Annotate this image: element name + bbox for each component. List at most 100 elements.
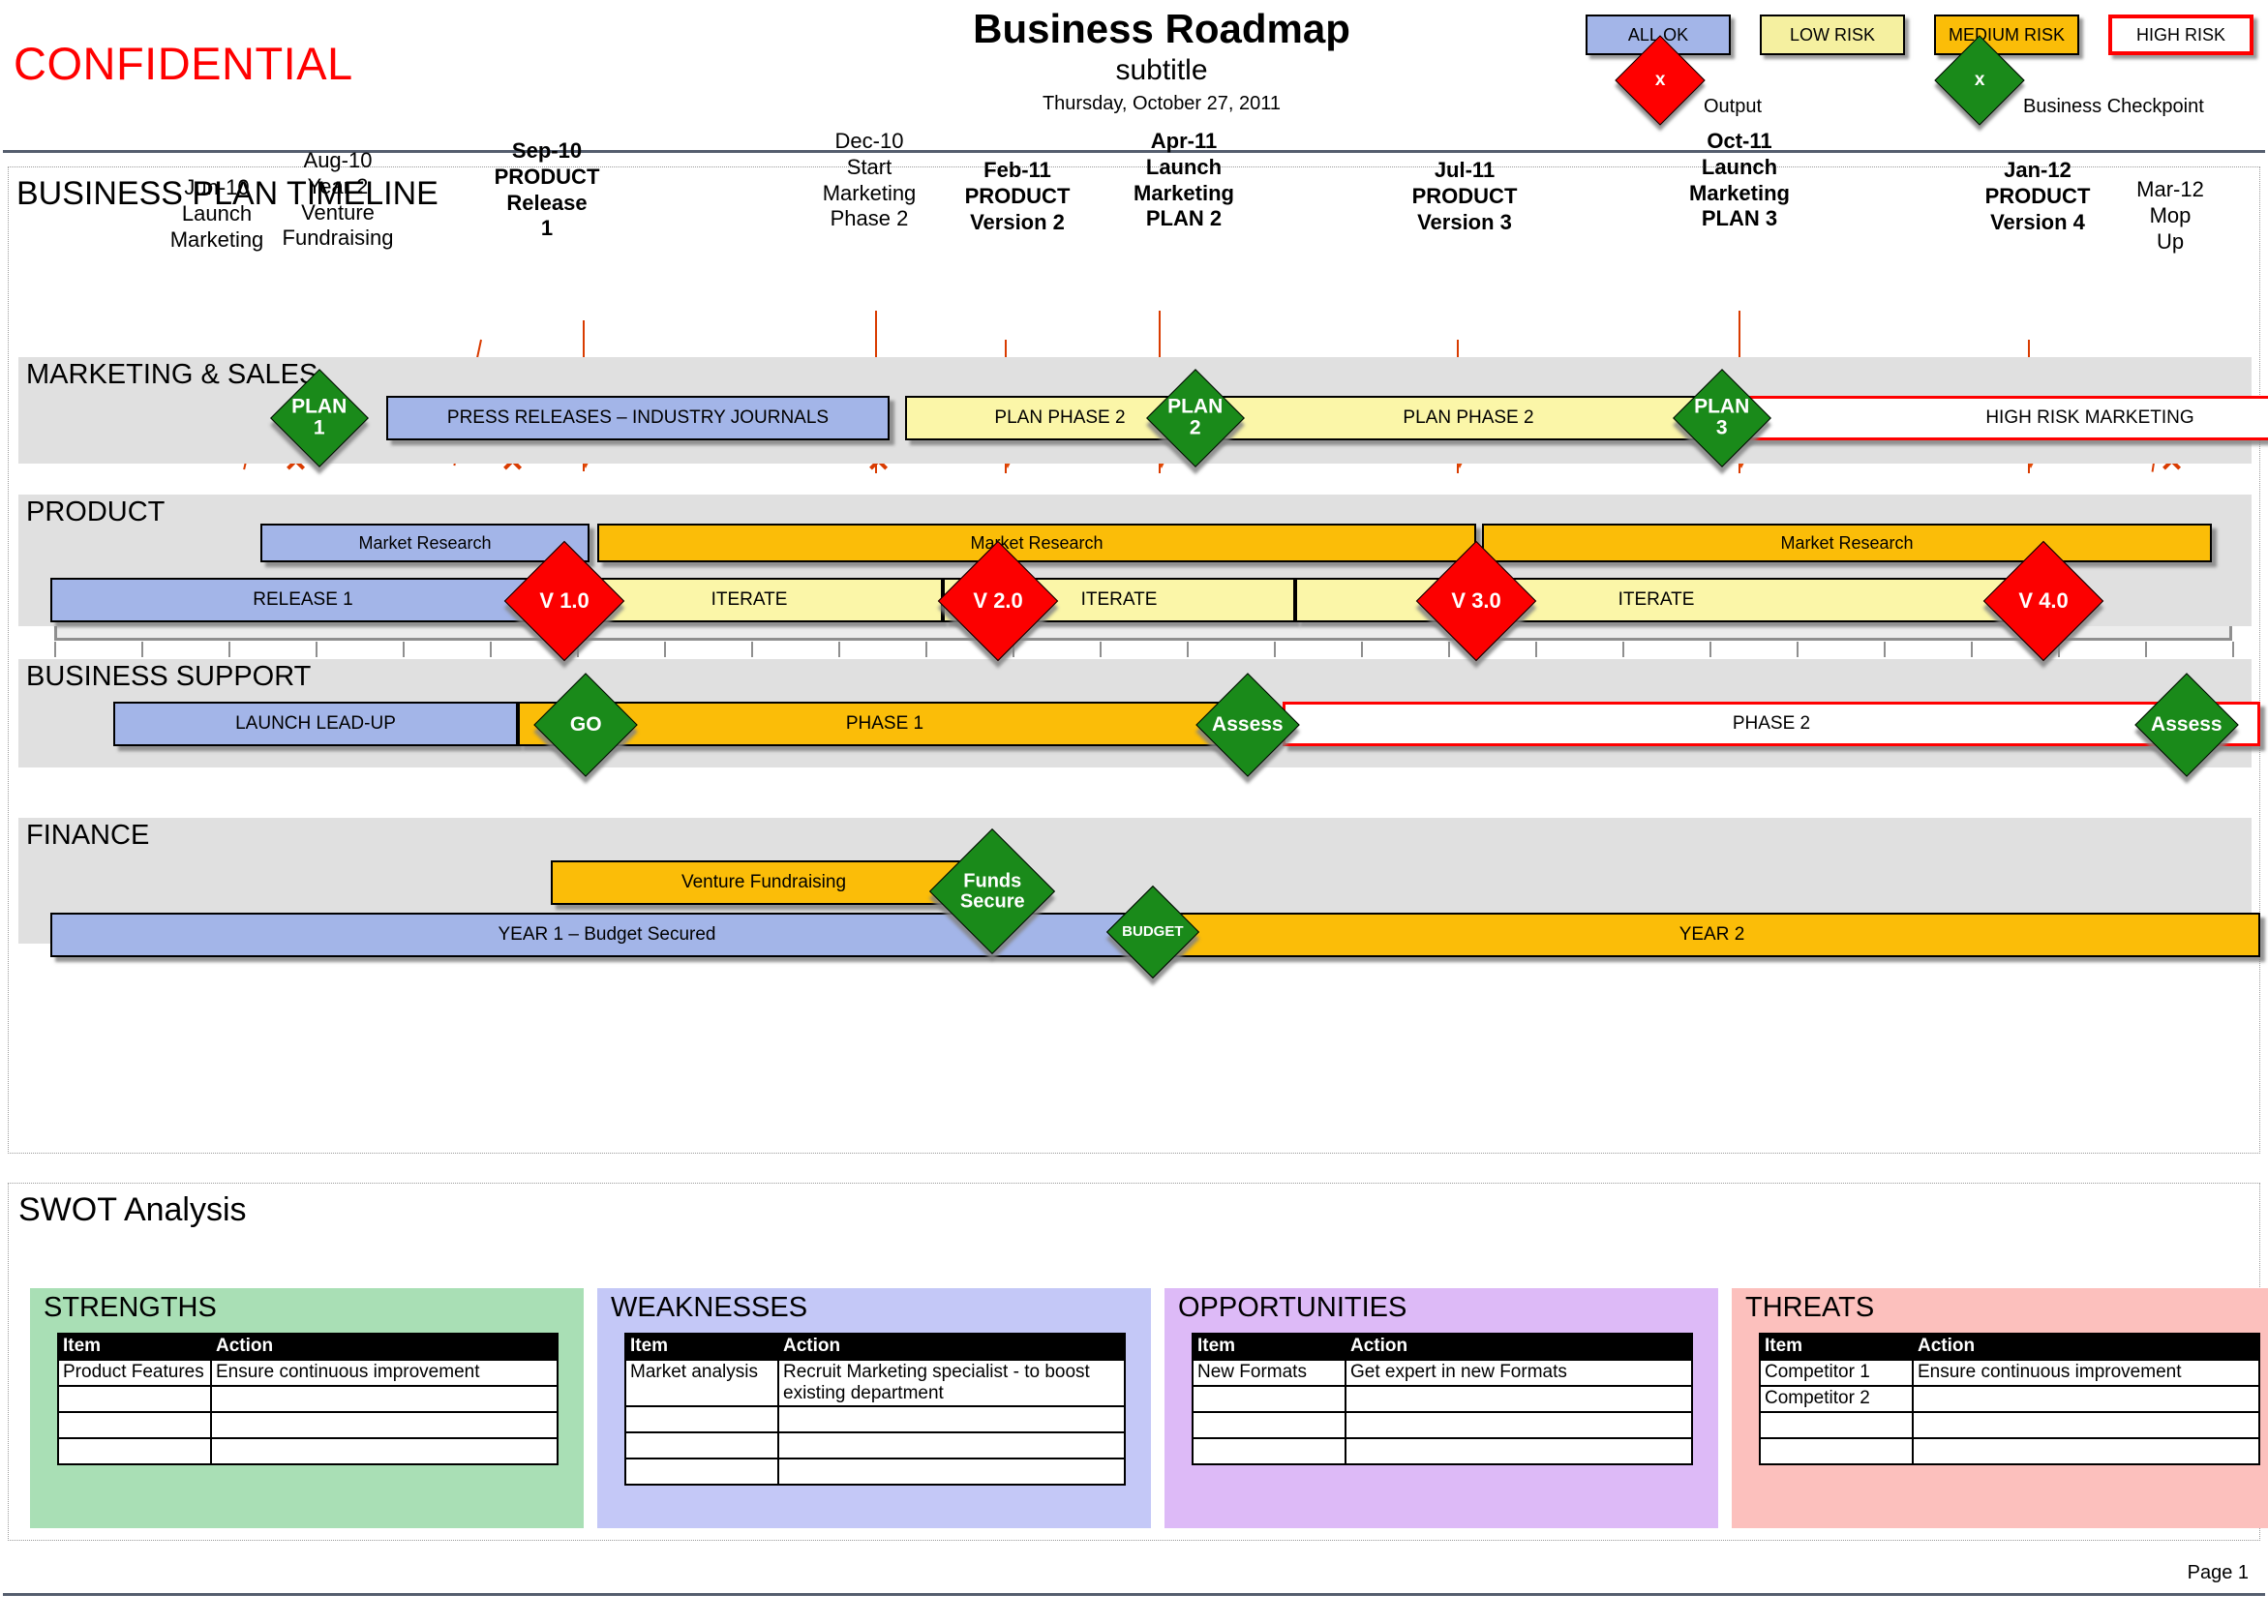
swot-card-weaknesses: WEAKNESSES Item Action Market analysis Recr… (597, 1288, 1151, 1528)
cell-item[interactable] (624, 1430, 779, 1459)
cell-action[interactable] (210, 1385, 559, 1413)
cell-item[interactable] (57, 1437, 212, 1465)
confidential-watermark: CONFIDENTIAL (14, 38, 353, 89)
task-high-risk-marketing[interactable]: HIGH RISK MARKETING (1722, 396, 2268, 440)
milestone-label-jul11: Jul-11 PRODUCT Version 3 (1411, 158, 1518, 234)
page-date: Thursday, October 27, 2011 (1042, 92, 1282, 114)
legend-checkpoint-label: Business Checkpoint (2023, 96, 2204, 117)
cell-action[interactable] (210, 1437, 559, 1465)
column-header-item: Item (57, 1333, 212, 1361)
task-plan-phase-2-b[interactable]: PLAN PHASE 2 (1207, 396, 1730, 440)
timeline-tick (403, 642, 405, 657)
cell-action[interactable] (210, 1411, 559, 1439)
cell-item[interactable] (624, 1457, 779, 1486)
table-row[interactable]: Product Features Ensure continuous improv… (57, 1359, 559, 1387)
table-row[interactable] (1759, 1437, 2260, 1465)
cell-item[interactable] (1759, 1437, 1914, 1465)
footer-divider (3, 1593, 2265, 1596)
milestone-label-mar12: Mar-12 Mop Up (2136, 177, 2204, 254)
table-row[interactable] (624, 1430, 1126, 1459)
checkpoint-plan-2[interactable]: PLAN 2 (1146, 369, 1245, 467)
cell-action[interactable] (1912, 1385, 2260, 1413)
table-row[interactable] (624, 1457, 1126, 1486)
task-market-research-3[interactable]: Market Research (1482, 524, 2212, 562)
cell-item[interactable] (57, 1385, 212, 1413)
cell-action[interactable] (777, 1430, 1126, 1459)
cell-action[interactable] (1345, 1437, 1693, 1465)
table-row[interactable] (57, 1385, 559, 1413)
table-row[interactable] (1192, 1411, 1693, 1439)
timeline-tick (54, 642, 56, 657)
task-venture-fundraising[interactable]: Venture Fundraising (551, 860, 977, 905)
cell-action[interactable]: Get expert in new Formats (1345, 1359, 1693, 1387)
cell-action[interactable] (1912, 1437, 2260, 1465)
table-row[interactable]: Competitor 1 Ensure continuous improvemen… (1759, 1359, 2260, 1387)
table-row[interactable] (57, 1411, 559, 1439)
checkpoint-budget[interactable]: BUDGET (1105, 885, 1200, 979)
task-launch-lead-up[interactable]: LAUNCH LEAD-UP (113, 702, 518, 746)
swot-card-title-strengths: STRENGTHS (44, 1292, 217, 1323)
task-iterate-3[interactable]: ITERATE (1295, 578, 2017, 622)
timeline-tick (1187, 642, 1189, 657)
timeline-tick (1100, 642, 1102, 657)
cell-action[interactable] (777, 1457, 1126, 1486)
cell-action[interactable]: Ensure continuous improvement (1912, 1359, 2260, 1387)
cell-action[interactable] (1345, 1385, 1693, 1413)
task-year-2[interactable]: YEAR 2 (1164, 913, 2260, 957)
swot-card-title-opportunities: OPPORTUNITIES (1178, 1292, 1407, 1323)
cell-item[interactable]: Market analysis (624, 1359, 779, 1407)
cell-item[interactable]: Competitor 2 (1759, 1385, 1914, 1413)
column-header-action: Action (1912, 1333, 2260, 1361)
cell-item[interactable] (1192, 1437, 1346, 1465)
table-row[interactable] (624, 1404, 1126, 1433)
task-release-1[interactable]: RELEASE 1 (50, 578, 556, 622)
cell-item[interactable]: Product Features (57, 1359, 212, 1387)
cell-action[interactable]: Recruit Marketing specialist - to boost … (777, 1359, 1126, 1407)
cell-item[interactable]: New Formats (1192, 1359, 1346, 1387)
checkpoint-assess-1[interactable]: Assess (1195, 673, 1300, 777)
milestone-label-sep10: Sep-10 PRODUCT Release 1 (494, 138, 600, 241)
cell-item[interactable] (1759, 1411, 1914, 1439)
table-row[interactable] (1192, 1385, 1693, 1413)
table-row[interactable] (1192, 1437, 1693, 1465)
timeline-tick (1535, 642, 1537, 657)
cell-action[interactable] (1912, 1411, 2260, 1439)
cell-item[interactable] (1192, 1385, 1346, 1413)
milestone-label-oct11: Oct-11 Launch Marketing PLAN 3 (1689, 129, 1790, 231)
task-press-releases[interactable]: PRESS RELEASES – INDUSTRY JOURNALS (386, 396, 890, 440)
task-market-research-1[interactable]: Market Research (260, 524, 590, 562)
checkpoint-assess-2[interactable]: Assess (2134, 673, 2239, 777)
cell-action[interactable] (777, 1404, 1126, 1433)
swot-card-strengths: STRENGTHS Item Action Product Features Ensu… (30, 1288, 584, 1528)
milestone-label-aug10: Aug-10 Year 2 Venture Fundraising (282, 148, 394, 251)
lane-title-product: PRODUCT (26, 496, 166, 527)
business-plan-timeline-panel: BUSINESS PLAN TIMELINE Jun-10 Launch Mar… (8, 129, 2268, 1154)
table-row[interactable]: Competitor 2 (1759, 1385, 2260, 1413)
cell-item[interactable]: Competitor 1 (1759, 1359, 1914, 1387)
table-row[interactable]: New Formats Get expert in new Formats (1192, 1359, 1693, 1387)
timeline-tick (2232, 642, 2234, 657)
table-row[interactable]: Market analysis Recruit Marketing special… (624, 1359, 1126, 1407)
column-header-item: Item (1759, 1333, 1914, 1361)
checkpoint-plan-3[interactable]: PLAN 3 (1673, 369, 1771, 467)
cell-item[interactable] (57, 1411, 212, 1439)
swot-analysis-panel: SWOT Analysis STRENGTHS Item Action Produc… (8, 1183, 2268, 1541)
table-row[interactable] (57, 1437, 559, 1465)
table-header-row: Item Action (1759, 1333, 2260, 1361)
cell-action[interactable]: Ensure continuous improvement (210, 1359, 559, 1387)
lane-marketing-and-sales: MARKETING & SALES PRESS RELEASES – INDUS… (18, 357, 2268, 467)
column-header-item: Item (1192, 1333, 1346, 1361)
cell-item[interactable] (624, 1404, 779, 1433)
checkpoint-go[interactable]: GO (533, 673, 638, 777)
swot-table-strengths: Item Action Product Features Ensure continu… (57, 1333, 559, 1465)
swot-card-opportunities: OPPORTUNITIES Item Action New Formats Get e… (1164, 1288, 1718, 1528)
lane-product: PRODUCT Market Research Market Research … (18, 495, 2252, 662)
table-row[interactable] (1759, 1411, 2260, 1439)
task-phase-2[interactable]: PHASE 2 (1283, 702, 2260, 746)
cell-item[interactable] (1192, 1411, 1346, 1439)
timeline-tick (925, 642, 927, 657)
timeline-tick (1884, 642, 1886, 657)
page-subtitle: subtitle (1115, 54, 1208, 87)
task-market-research-2[interactable]: Market Research (597, 524, 1476, 562)
cell-action[interactable] (1345, 1411, 1693, 1439)
